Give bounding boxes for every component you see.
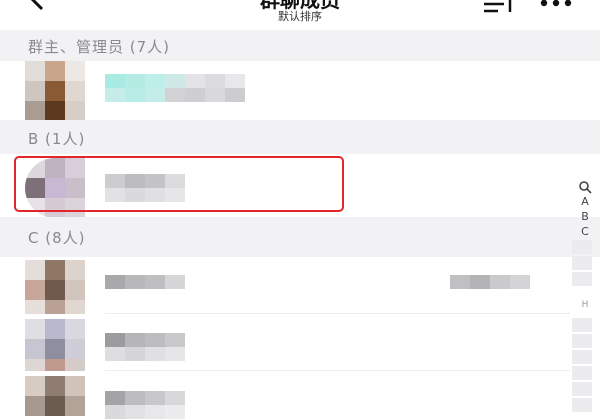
avatar [25, 260, 85, 320]
member-row[interactable] [0, 371, 570, 420]
index-letter-blurred [572, 398, 592, 412]
member-name-blurred [105, 275, 185, 289]
index-letter-h[interactable]: H [578, 300, 592, 310]
index-letter-c[interactable]: C [578, 225, 592, 238]
index-letter-blurred [572, 240, 592, 254]
member-name-blurred [105, 391, 185, 419]
index-letter-blurred [572, 334, 592, 348]
section-label: B (1人) [28, 130, 86, 148]
member-tag-blurred [450, 275, 530, 289]
index-letter-blurred [572, 318, 592, 332]
member-row[interactable] [0, 314, 570, 379]
more-dots-icon[interactable] [538, 0, 574, 10]
member-name-blurred [105, 74, 245, 102]
index-letter-a[interactable]: A [578, 195, 592, 208]
member-row[interactable] [0, 257, 570, 320]
section-label: C (8人) [28, 229, 86, 247]
section-header-b: B (1人) [0, 120, 600, 154]
index-letter-blurred [572, 350, 592, 364]
avatar [25, 376, 85, 420]
section-header-c: C (8人) [0, 217, 600, 257]
member-name-blurred [105, 333, 185, 361]
avatar [25, 319, 85, 379]
avatar [25, 61, 85, 120]
sort-icon[interactable] [480, 0, 516, 16]
index-letter-blurred [572, 382, 592, 396]
section-label: 群主、管理员 (7人) [28, 38, 171, 56]
index-letter-b[interactable]: B [578, 210, 592, 223]
member-row[interactable] [0, 61, 570, 120]
index-letter-blurred [572, 256, 592, 270]
index-letter-blurred [572, 272, 592, 286]
section-header-admins: 群主、管理员 (7人) [0, 30, 600, 61]
index-letter-blurred [572, 366, 592, 380]
header-bar: 群聊成员 默认排序 [0, 0, 600, 30]
search-icon[interactable] [578, 180, 592, 194]
highlight-box [14, 156, 344, 212]
